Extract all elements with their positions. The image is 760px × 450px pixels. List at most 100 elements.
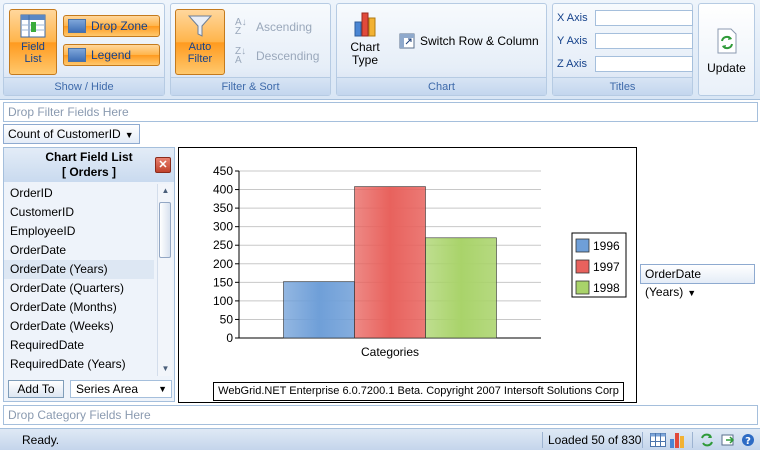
x-axis-row: X Axis <box>557 10 693 26</box>
area-select[interactable]: Series Area ▼ <box>70 380 172 398</box>
y-axis-row: Y Axis <box>557 33 693 49</box>
y-tick-label: 350 <box>213 201 233 215</box>
status-separator <box>692 432 693 448</box>
filter-drop-zone[interactable]: Drop Filter Fields Here <box>3 102 758 122</box>
help-icon[interactable]: ? <box>741 433 755 447</box>
auto-filter-label-1: Auto <box>188 41 212 53</box>
field-list-button[interactable]: Field List <box>9 9 57 75</box>
y-axis-title-input[interactable] <box>595 33 693 49</box>
status-separator <box>542 432 543 448</box>
switch-icon <box>399 33 415 49</box>
funnel-icon <box>187 15 213 37</box>
data-field-label: Count of CustomerID <box>8 127 121 141</box>
refresh-data-icon[interactable] <box>700 433 714 447</box>
category-drop-zone[interactable]: Drop Category Fields Here <box>3 405 758 425</box>
status-ready: Ready. <box>22 433 60 447</box>
chart-group-label: Chart <box>337 77 546 95</box>
auto-filter-label-2: Filter <box>187 53 213 65</box>
y-tick-label: 200 <box>213 257 233 271</box>
field-list-item[interactable]: OrderDate <box>4 241 154 260</box>
chevron-down-icon: ▼ <box>687 288 697 298</box>
area-select-value: Series Area <box>76 382 139 396</box>
drop-zone-icon <box>68 19 86 33</box>
legend-swatch <box>575 238 590 253</box>
update-label: Update <box>707 61 746 75</box>
titles-group-label: Titles <box>553 77 692 95</box>
data-field-button[interactable]: Count of CustomerID ▼ <box>3 124 140 144</box>
switch-row-column-label: Switch Row & Column <box>420 34 539 48</box>
descending-button[interactable]: Z↓ A Descending <box>231 46 327 66</box>
drop-zone-button[interactable]: Drop Zone <box>63 15 160 37</box>
field-list-item[interactable]: OrderDate (Years) <box>4 260 154 279</box>
chart-type-label-2: Type <box>351 53 378 67</box>
scroll-down-icon[interactable]: ▼ <box>158 362 173 376</box>
bar-1997 <box>354 186 426 339</box>
ascending-button[interactable]: A↓ Z Ascending <box>231 17 327 37</box>
auto-filter-button[interactable]: Auto Filter <box>175 9 225 75</box>
add-to-button[interactable]: Add To <box>8 380 64 398</box>
field-list-item[interactable]: OrderID <box>4 184 154 203</box>
status-bar: Ready. Loaded 50 of 830 ? <box>0 428 760 450</box>
field-list-item[interactable]: RequiredDate <box>4 336 154 355</box>
switch-row-column-button[interactable]: Switch Row & Column <box>395 30 545 52</box>
y-tick-label: 400 <box>213 183 233 197</box>
filter-sort-group: Auto Filter A↓ Z Ascending Z↓ A Descending… <box>170 3 331 96</box>
show-hide-group: Field List Drop Zone Legend Show / Hide <box>3 3 165 96</box>
chart-area: 0 50 100 150 200 250 300 350 400 450 Categories 199… <box>178 147 637 403</box>
filter-sort-group-label: Filter & Sort <box>171 77 330 95</box>
scroll-thumb[interactable] <box>159 202 171 258</box>
field-list-item[interactable]: RequiredDate (Years) <box>4 355 154 374</box>
titles-group: X Axis Y Axis Z Axis Titles <box>552 3 693 96</box>
field-list-item[interactable]: OrderDate (Months) <box>4 298 154 317</box>
bar-1996 <box>283 281 355 339</box>
bar-1998 <box>425 237 497 339</box>
sort-descending-icon: Z↓ A <box>235 46 247 66</box>
z-axis-label: Z Axis <box>557 58 587 70</box>
legend-label: 1997 <box>593 260 620 274</box>
field-list: OrderID CustomerID EmployeeID OrderDate Orde… <box>4 184 154 374</box>
y-tick-label: 250 <box>213 238 233 252</box>
copyright-text: WebGrid.NET Enterprise 6.0.7200.1 Beta. … <box>213 382 624 401</box>
ribbon-toolbar: Field List Drop Zone Legend Show / Hide … <box>0 0 760 100</box>
grid-view-icon[interactable] <box>650 433 666 447</box>
legend-label: 1996 <box>593 239 620 253</box>
x-axis-label: Categories <box>361 345 419 359</box>
status-loaded: Loaded 50 of 830 <box>548 433 642 447</box>
field-list-item[interactable]: CustomerID <box>4 203 154 222</box>
legend-label: Legend <box>91 48 132 62</box>
chart-view-icon[interactable] <box>669 432 685 448</box>
series-field-button[interactable]: OrderDate (Years) ▼ <box>640 264 755 299</box>
chart-field-list-panel: Chart Field List [ Orders ] ✕ OrderID Cus… <box>3 147 175 402</box>
z-axis-row: Z Axis <box>557 56 693 72</box>
chart-type-button[interactable]: Chart Type <box>343 10 387 76</box>
field-list-item[interactable]: OrderDate (Quarters) <box>4 279 154 298</box>
legend-button[interactable]: Legend <box>63 44 160 66</box>
descending-label: Descending <box>256 49 320 63</box>
legend-label: 1998 <box>593 281 620 295</box>
field-list-icon <box>20 14 46 38</box>
legend-swatch <box>575 280 590 295</box>
sort-ascending-icon: A↓ Z <box>235 17 247 37</box>
y-tick-label: 50 <box>220 312 234 326</box>
field-list-scrollbar[interactable]: ▲ ▼ <box>157 184 172 376</box>
y-tick-label: 300 <box>213 220 233 234</box>
z-axis-title-input[interactable] <box>595 56 693 72</box>
close-icon[interactable]: ✕ <box>155 157 171 173</box>
export-icon[interactable] <box>721 433 735 447</box>
y-tick-label: 150 <box>213 275 233 289</box>
chevron-down-icon: ▼ <box>124 130 134 140</box>
field-list-subtitle: [ Orders ] <box>61 165 116 179</box>
legend-icon <box>68 48 86 62</box>
x-axis-label: X Axis <box>557 12 588 24</box>
refresh-icon <box>717 28 737 54</box>
svg-text:?: ? <box>745 436 751 447</box>
scroll-up-icon[interactable]: ▲ <box>158 184 173 198</box>
field-list-header: Chart Field List [ Orders ] ✕ <box>4 148 174 182</box>
bar-chart: 0 50 100 150 200 250 300 350 400 450 Categories 199… <box>213 164 627 359</box>
update-button[interactable]: Update <box>698 3 755 96</box>
x-axis-title-input[interactable] <box>595 10 693 26</box>
field-list-item[interactable]: EmployeeID <box>4 222 154 241</box>
field-list-item[interactable]: OrderDate (Weeks) <box>4 317 154 336</box>
ascending-label: Ascending <box>256 20 313 34</box>
y-tick-label: 0 <box>226 331 233 345</box>
